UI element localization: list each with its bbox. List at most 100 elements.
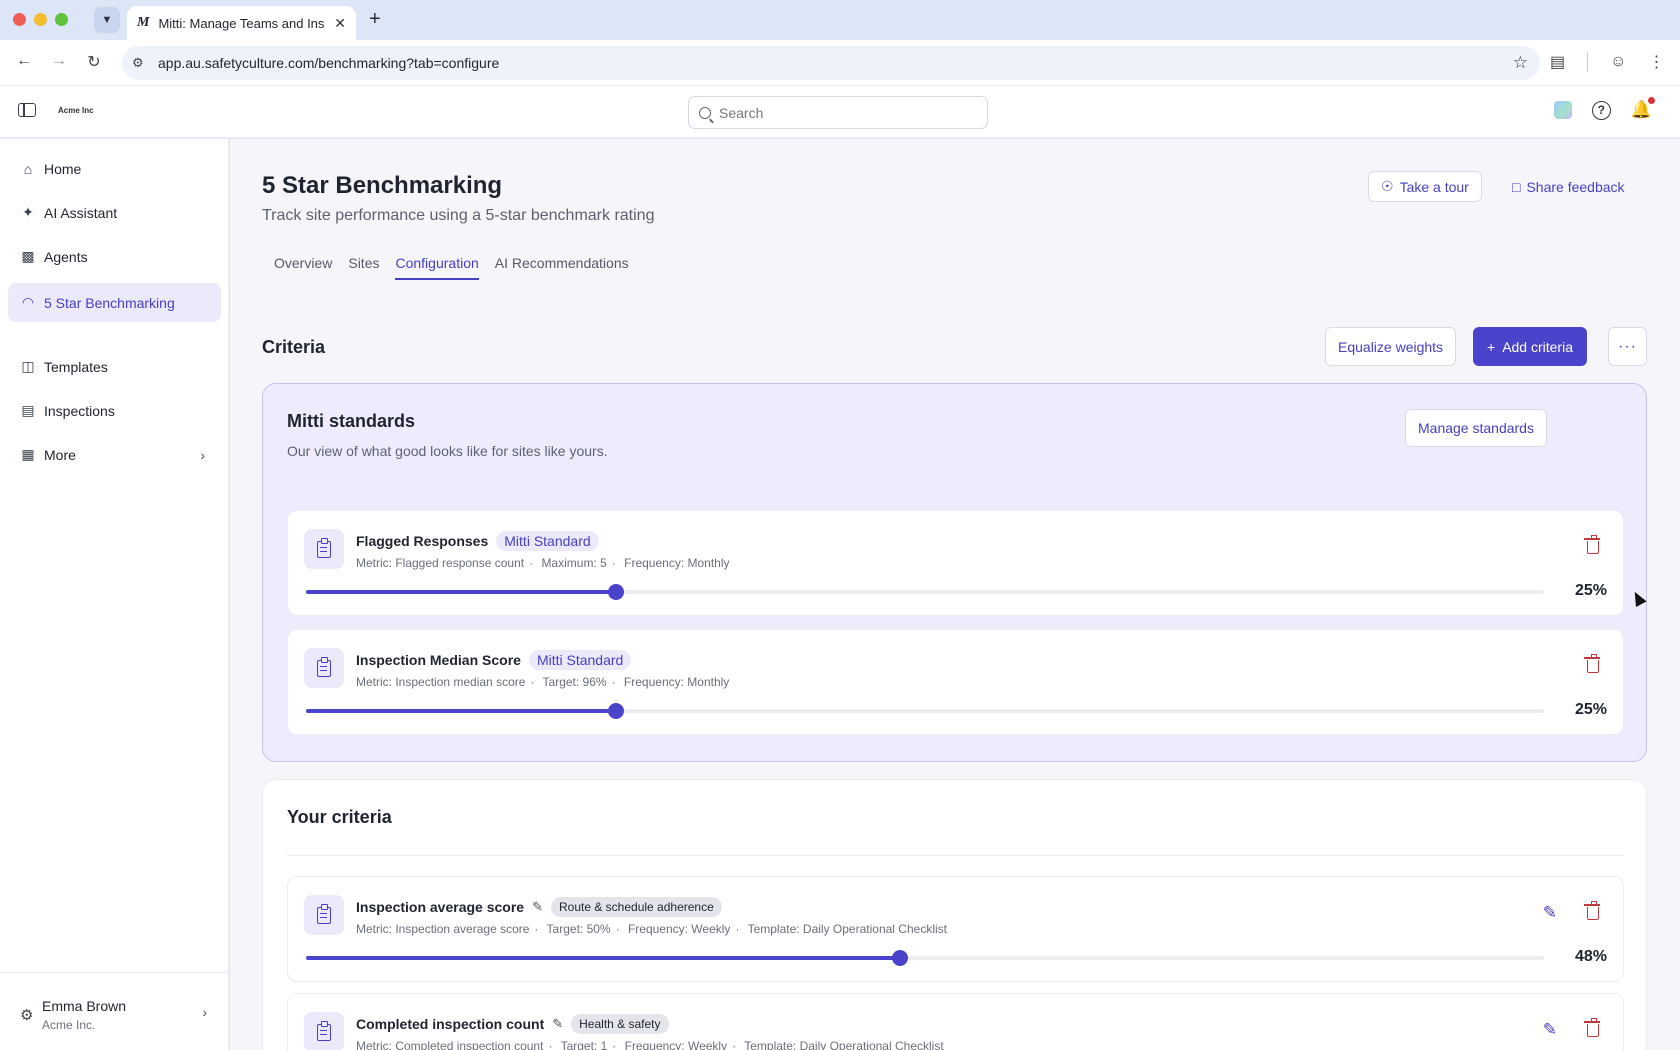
browser-tab[interactable]: M Mitti: Manage Teams and Insp ✕ [127, 6, 356, 40]
manage-standards-button[interactable]: Manage standards [1405, 409, 1547, 447]
criterion-row: Inspection Median Score Mitti Standard M… [287, 629, 1624, 735]
browser-menu-icon[interactable]: ⋮ [1648, 52, 1664, 72]
equalize-weights-button[interactable]: Equalize weights [1325, 327, 1457, 366]
meta-metric: Metric: Inspection median score [356, 675, 526, 689]
site-settings-icon[interactable]: ⚙ [132, 55, 152, 71]
forward-arrow-icon[interactable]: → [49, 52, 69, 72]
meta-limit: Maximum: 5 [541, 556, 607, 570]
trash-icon[interactable] [1584, 535, 1600, 554]
sidebar-item-5-star-benchmarking[interactable]: ◠ 5 Star Benchmarking [8, 283, 221, 322]
standards-subtitle: Our view of what good looks like for sit… [287, 443, 608, 459]
user-org: Acme Inc. [42, 1018, 96, 1032]
weight-slider[interactable] [306, 584, 1544, 600]
take-tour-button[interactable]: ☉ Take a tour [1368, 171, 1482, 202]
slider-fill [306, 590, 616, 594]
gear-icon: ⚙ [20, 1007, 34, 1024]
grid-icon: ▦ [21, 446, 35, 462]
criterion-name: Completed inspection count [356, 1016, 545, 1032]
pencil-icon[interactable]: ✎ [552, 1016, 563, 1032]
url-text: app.au.safetyculture.com/benchmarking?ta… [158, 55, 500, 71]
address-bar[interactable]: ⚙ app.au.safetyculture.com/benchmarking?… [122, 46, 1540, 80]
main-content: 5 Star Benchmarking Track site performan… [230, 139, 1680, 1050]
meta-metric: Metric: Completed inspection count [356, 1039, 544, 1050]
edit-pencil-icon[interactable]: ✎ [1543, 903, 1557, 923]
toolbar-divider [1587, 52, 1589, 72]
edit-pencil-icon[interactable]: ✎ [1543, 1020, 1557, 1040]
app-switcher-icon[interactable] [1553, 101, 1572, 119]
sidebar-item-ai-assistant[interactable]: ✦ AI Assistant [8, 193, 221, 232]
trash-icon[interactable] [1584, 1018, 1600, 1037]
profile-icon[interactable]: ☺ [1610, 53, 1626, 71]
clipboard-icon: ▤ [21, 402, 35, 418]
reload-icon[interactable]: ↻ [84, 52, 104, 72]
sidebar-item-label: AI Assistant [44, 204, 118, 221]
criterion-name: Flagged Responses [356, 533, 489, 549]
criterion-meta: Metric: Inspection median score · Target:… [356, 675, 730, 689]
clipboard-icon [304, 895, 344, 935]
sparkle-icon: ✦ [22, 204, 34, 220]
category-badge: Route & schedule adherence [550, 897, 722, 917]
trash-icon[interactable] [1584, 654, 1600, 673]
notification-dot [1648, 97, 1655, 104]
sidebar-item-agents[interactable]: ▩ Agents [8, 237, 221, 276]
pencil-icon[interactable]: ✎ [532, 899, 543, 915]
user-name: Emma Brown [42, 998, 127, 1014]
sidebar-item-label: Templates [44, 358, 108, 375]
chevron-right-icon: › [200, 446, 205, 463]
criterion-meta: Metric: Completed inspection count · Targ… [356, 1039, 944, 1050]
weight-slider[interactable] [306, 703, 1544, 719]
sidebar-toggle-icon[interactable] [18, 103, 36, 117]
sidebar-item-templates[interactable]: ◫ Templates [8, 347, 221, 386]
search-input[interactable] [719, 104, 959, 121]
weight-slider[interactable] [306, 950, 1544, 966]
user-menu[interactable]: ⚙ Emma Brown Acme Inc. › [0, 972, 229, 1050]
close-icon[interactable]: ✕ [334, 15, 346, 32]
clipboard-icon [304, 648, 344, 688]
share-feedback-button[interactable]: □ Share feedback [1500, 171, 1637, 202]
bell-icon[interactable]: 🔔 [1631, 97, 1655, 120]
meta-frequency: Frequency: Monthly [623, 675, 730, 689]
slider-fill [306, 956, 901, 960]
trash-icon[interactable] [1584, 901, 1600, 920]
gauge-icon: ◠ [21, 294, 35, 310]
sidebar-item-home[interactable]: ⌂ Home [8, 149, 221, 188]
minimize-window-button[interactable] [34, 13, 47, 26]
chevron-down-icon: ▼ [101, 14, 113, 26]
browser-toolbar: ← → ↻ ⚙ app.au.safetyculture.com/benchma… [0, 40, 1680, 86]
slider-thumb[interactable] [607, 703, 624, 719]
divider [287, 855, 1624, 856]
page-tabs: Overview Sites Configuration AI Recommen… [274, 255, 629, 280]
more-options-button[interactable]: ··· [1608, 327, 1647, 366]
extensions-icon[interactable]: ▤ [1550, 52, 1565, 72]
new-tab-button[interactable]: + [369, 8, 381, 31]
tab-configuration[interactable]: Configuration [395, 255, 480, 280]
meta-frequency: Frequency: Weekly [627, 922, 731, 936]
meta-target: Target: 50% [546, 922, 611, 936]
tab-search-button[interactable]: ▼ [94, 7, 120, 33]
slider-thumb[interactable] [607, 584, 624, 600]
weight-percent: 48% [1574, 948, 1607, 965]
standard-badge: Mitti Standard [528, 650, 632, 670]
sidebar-item-inspections[interactable]: ▤ Inspections [8, 391, 221, 430]
maximize-window-button[interactable] [55, 13, 68, 26]
page-title: 5 Star Benchmarking [262, 172, 503, 199]
close-window-button[interactable] [13, 13, 26, 26]
slider-thumb[interactable] [892, 950, 909, 966]
sidebar-item-more[interactable]: ▦ More › [8, 435, 221, 474]
meta-metric: Metric: Inspection average score [356, 922, 530, 936]
standard-badge: Mitti Standard [496, 531, 599, 551]
add-criteria-button[interactable]: + Add criteria [1473, 327, 1587, 366]
bookmark-star-icon[interactable]: ☆ [1513, 53, 1528, 73]
robot-icon: ▩ [21, 248, 35, 264]
tab-overview[interactable]: Overview [274, 255, 332, 280]
your-criteria-title: Your criteria [287, 807, 392, 827]
criterion-row: Inspection average score ✎ Route & sched… [287, 876, 1624, 982]
meta-template: Template: Daily Operational Checklist [744, 1039, 944, 1050]
search-box[interactable] [688, 96, 988, 129]
take-tour-label: Take a tour [1399, 178, 1469, 195]
tab-ai-recommendations[interactable]: AI Recommendations [495, 255, 629, 280]
tab-sites[interactable]: Sites [348, 255, 379, 280]
page-subtitle: Track site performance using a 5-star be… [262, 207, 655, 224]
back-arrow-icon[interactable]: ← [14, 52, 34, 72]
help-icon[interactable]: ? [1591, 100, 1611, 120]
